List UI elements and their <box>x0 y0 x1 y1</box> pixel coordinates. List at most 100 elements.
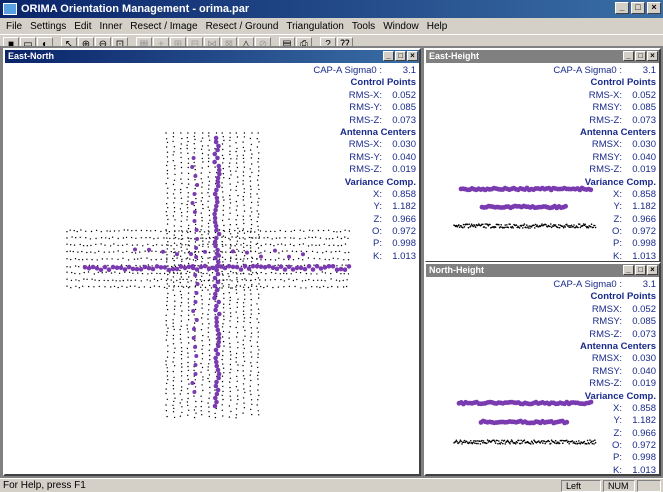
eh-var-k-value: 1.013 <box>632 250 656 261</box>
antenna-center <box>254 264 260 269</box>
ground-point <box>519 442 522 445</box>
ground-point <box>221 182 223 184</box>
east-north-plot[interactable]: CAP-A Sigma0 :3.1 Control Points RMS-X: 0… <box>5 63 419 474</box>
east-height-close-button[interactable]: × <box>647 51 658 61</box>
ground-point <box>194 232 196 234</box>
ground-point <box>250 273 253 276</box>
ground-point <box>312 279 315 282</box>
ground-point <box>235 414 238 416</box>
ground-point <box>228 416 231 418</box>
ground-point <box>221 270 223 273</box>
ground-point <box>303 230 305 232</box>
ground-point <box>223 345 225 347</box>
menu-edit[interactable]: Edit <box>70 21 95 32</box>
ground-point <box>201 145 204 147</box>
minimize-button[interactable]: _ <box>615 2 629 14</box>
menu-resect-ground[interactable]: Resect / Ground <box>202 21 283 32</box>
ground-point <box>242 228 245 230</box>
menu-window[interactable]: Window <box>379 21 423 32</box>
ground-point <box>103 279 105 282</box>
ground-point <box>242 286 245 288</box>
ground-point <box>181 172 183 174</box>
antenna-center <box>214 303 219 309</box>
menu-resect-image[interactable]: Resect / Image <box>126 21 201 32</box>
ground-point <box>203 279 205 282</box>
ground-point <box>194 223 197 226</box>
ground-point <box>91 258 93 261</box>
east-north-title-bar: East-North _ □ × <box>5 50 419 63</box>
menu-help[interactable]: Help <box>423 21 452 32</box>
ground-point <box>208 180 211 182</box>
ground-point <box>73 229 75 232</box>
antenna-center <box>98 267 104 273</box>
ground-point <box>130 279 132 282</box>
antenna-center <box>212 211 217 217</box>
ground-point <box>181 260 183 263</box>
nh-sigma0-label: CAP-A Sigma0 : <box>553 279 622 290</box>
ground-point <box>242 183 244 185</box>
ground-point <box>172 136 175 138</box>
ground-point <box>256 146 259 148</box>
ground-point <box>257 229 260 231</box>
ground-point <box>173 393 175 395</box>
ground-point <box>249 193 252 195</box>
ground-point <box>156 280 159 282</box>
north-height-minimize-button[interactable]: _ <box>623 265 634 275</box>
north-height-maximize-button[interactable]: □ <box>635 265 646 275</box>
ground-point <box>222 261 224 263</box>
ground-point <box>207 154 209 156</box>
ground-point <box>462 223 465 226</box>
north-height-close-button[interactable]: × <box>647 265 658 275</box>
ground-point <box>232 272 234 274</box>
menu-file[interactable]: File <box>2 21 26 32</box>
ground-point <box>187 237 189 239</box>
menu-settings[interactable]: Settings <box>26 21 70 32</box>
ground-point <box>214 166 216 168</box>
ground-point <box>166 164 168 167</box>
ground-point <box>174 305 176 307</box>
menu-tools[interactable]: Tools <box>348 21 379 32</box>
ground-point <box>182 278 184 281</box>
ground-point <box>202 379 204 381</box>
ground-point <box>502 442 504 445</box>
ground-point <box>180 156 182 159</box>
ground-point <box>243 320 245 323</box>
ground-point <box>263 286 265 289</box>
east-north-close-button[interactable]: × <box>407 51 418 61</box>
east-north-minimize-button[interactable]: _ <box>383 51 394 61</box>
close-button[interactable]: × <box>647 2 661 14</box>
rms-y-label: RMS-Y: <box>349 102 382 114</box>
north-height-plot[interactable]: CAP-A Sigma0 :3.1 Control Points RMSX: 0.… <box>426 277 659 474</box>
ground-point <box>235 352 238 355</box>
ground-point <box>243 407 246 409</box>
eh-ac-rms-x-value: 0.030 <box>632 139 656 151</box>
east-north-maximize-button[interactable]: □ <box>395 51 406 61</box>
ground-point <box>209 293 211 295</box>
ground-point <box>222 209 224 212</box>
ground-point <box>539 442 542 444</box>
menu-triangulation[interactable]: Triangulation <box>282 21 347 32</box>
ground-point <box>172 160 174 162</box>
east-height-plot[interactable]: CAP-A Sigma0 :3.1 Control Points RMS-X: 0… <box>426 63 659 261</box>
ground-point <box>201 197 203 199</box>
ground-point <box>228 284 230 286</box>
ground-point <box>257 399 259 401</box>
ground-point <box>186 219 188 221</box>
ground-point <box>221 273 224 275</box>
nh-rms-y-label: RMSY: <box>592 316 622 328</box>
ground-point <box>186 186 188 189</box>
ground-point <box>208 303 210 306</box>
ground-point <box>250 261 253 263</box>
eh-rms-y-label: RMSY: <box>592 102 622 114</box>
menu-inner[interactable]: Inner <box>96 21 127 32</box>
north-height-title-bar: North-Height _ □ × <box>426 264 659 277</box>
ground-point <box>93 273 96 275</box>
ground-point <box>200 329 203 331</box>
ground-point <box>163 286 166 289</box>
ground-point <box>222 390 224 393</box>
east-height-maximize-button[interactable]: □ <box>635 51 646 61</box>
ground-point <box>229 239 231 241</box>
maximize-button[interactable]: □ <box>631 2 645 14</box>
antenna-center <box>170 266 176 272</box>
east-height-minimize-button[interactable]: _ <box>623 51 634 61</box>
